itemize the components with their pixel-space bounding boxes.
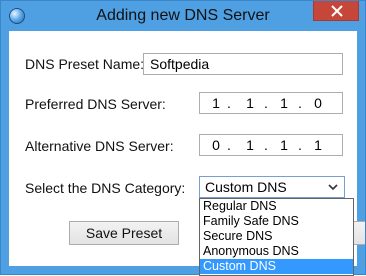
ip-separator: .: [264, 137, 268, 153]
close-icon: [331, 5, 343, 17]
save-preset-button[interactable]: Save Preset: [69, 221, 179, 245]
dns-category-label: Select the DNS Category:: [25, 180, 186, 196]
preferred-octet-1: 1: [212, 95, 220, 111]
ip-separator: .: [227, 137, 231, 153]
preferred-dns-input[interactable]: 1 . 1 . 1 . 0: [199, 92, 343, 114]
ip-separator: .: [298, 137, 302, 153]
dns-category-dropdown: Regular DNS Family Safe DNS Secure DNS A…: [199, 198, 354, 276]
close-button[interactable]: [313, 1, 359, 21]
ip-separator: .: [298, 95, 302, 111]
title-bar[interactable]: Adding new DNS Server: [1, 1, 365, 31]
dialog-window: Adding new DNS Server DNS Preset Name: S…: [0, 0, 366, 276]
dropdown-option-secure[interactable]: Secure DNS: [200, 229, 353, 244]
dropdown-option-anonymous[interactable]: Anonymous DNS: [200, 244, 353, 259]
dropdown-option-regular[interactable]: Regular DNS: [200, 199, 353, 214]
preferred-dns-label: Preferred DNS Server:: [25, 96, 166, 112]
preferred-octet-4: 0: [314, 95, 322, 111]
ip-separator: .: [227, 95, 231, 111]
alternative-dns-label: Alternative DNS Server:: [25, 138, 174, 154]
dns-category-value: Custom DNS: [205, 179, 287, 195]
alternative-octet-4: 1: [314, 137, 322, 153]
alternative-octet-1: 0: [212, 137, 220, 153]
chevron-down-icon: [328, 184, 338, 191]
ip-separator: .: [264, 95, 268, 111]
preset-name-input[interactable]: Softpedia: [143, 53, 343, 75]
window-title: Adding new DNS Server: [96, 7, 270, 24]
preferred-octet-2: 1: [246, 95, 254, 111]
dropdown-option-custom[interactable]: Custom DNS: [200, 259, 353, 274]
preferred-octet-3: 1: [280, 95, 288, 111]
alternative-octet-3: 1: [280, 137, 288, 153]
alternative-dns-input[interactable]: 0 . 1 . 1 . 1: [199, 134, 343, 156]
alternative-octet-2: 1: [246, 137, 254, 153]
dns-category-select[interactable]: Custom DNS: [199, 176, 345, 198]
preset-name-label: DNS Preset Name:: [25, 56, 145, 72]
dialog-body: DNS Preset Name: Softpedia Preferred DNS…: [9, 31, 365, 276]
dropdown-option-family-safe[interactable]: Family Safe DNS: [200, 214, 353, 229]
